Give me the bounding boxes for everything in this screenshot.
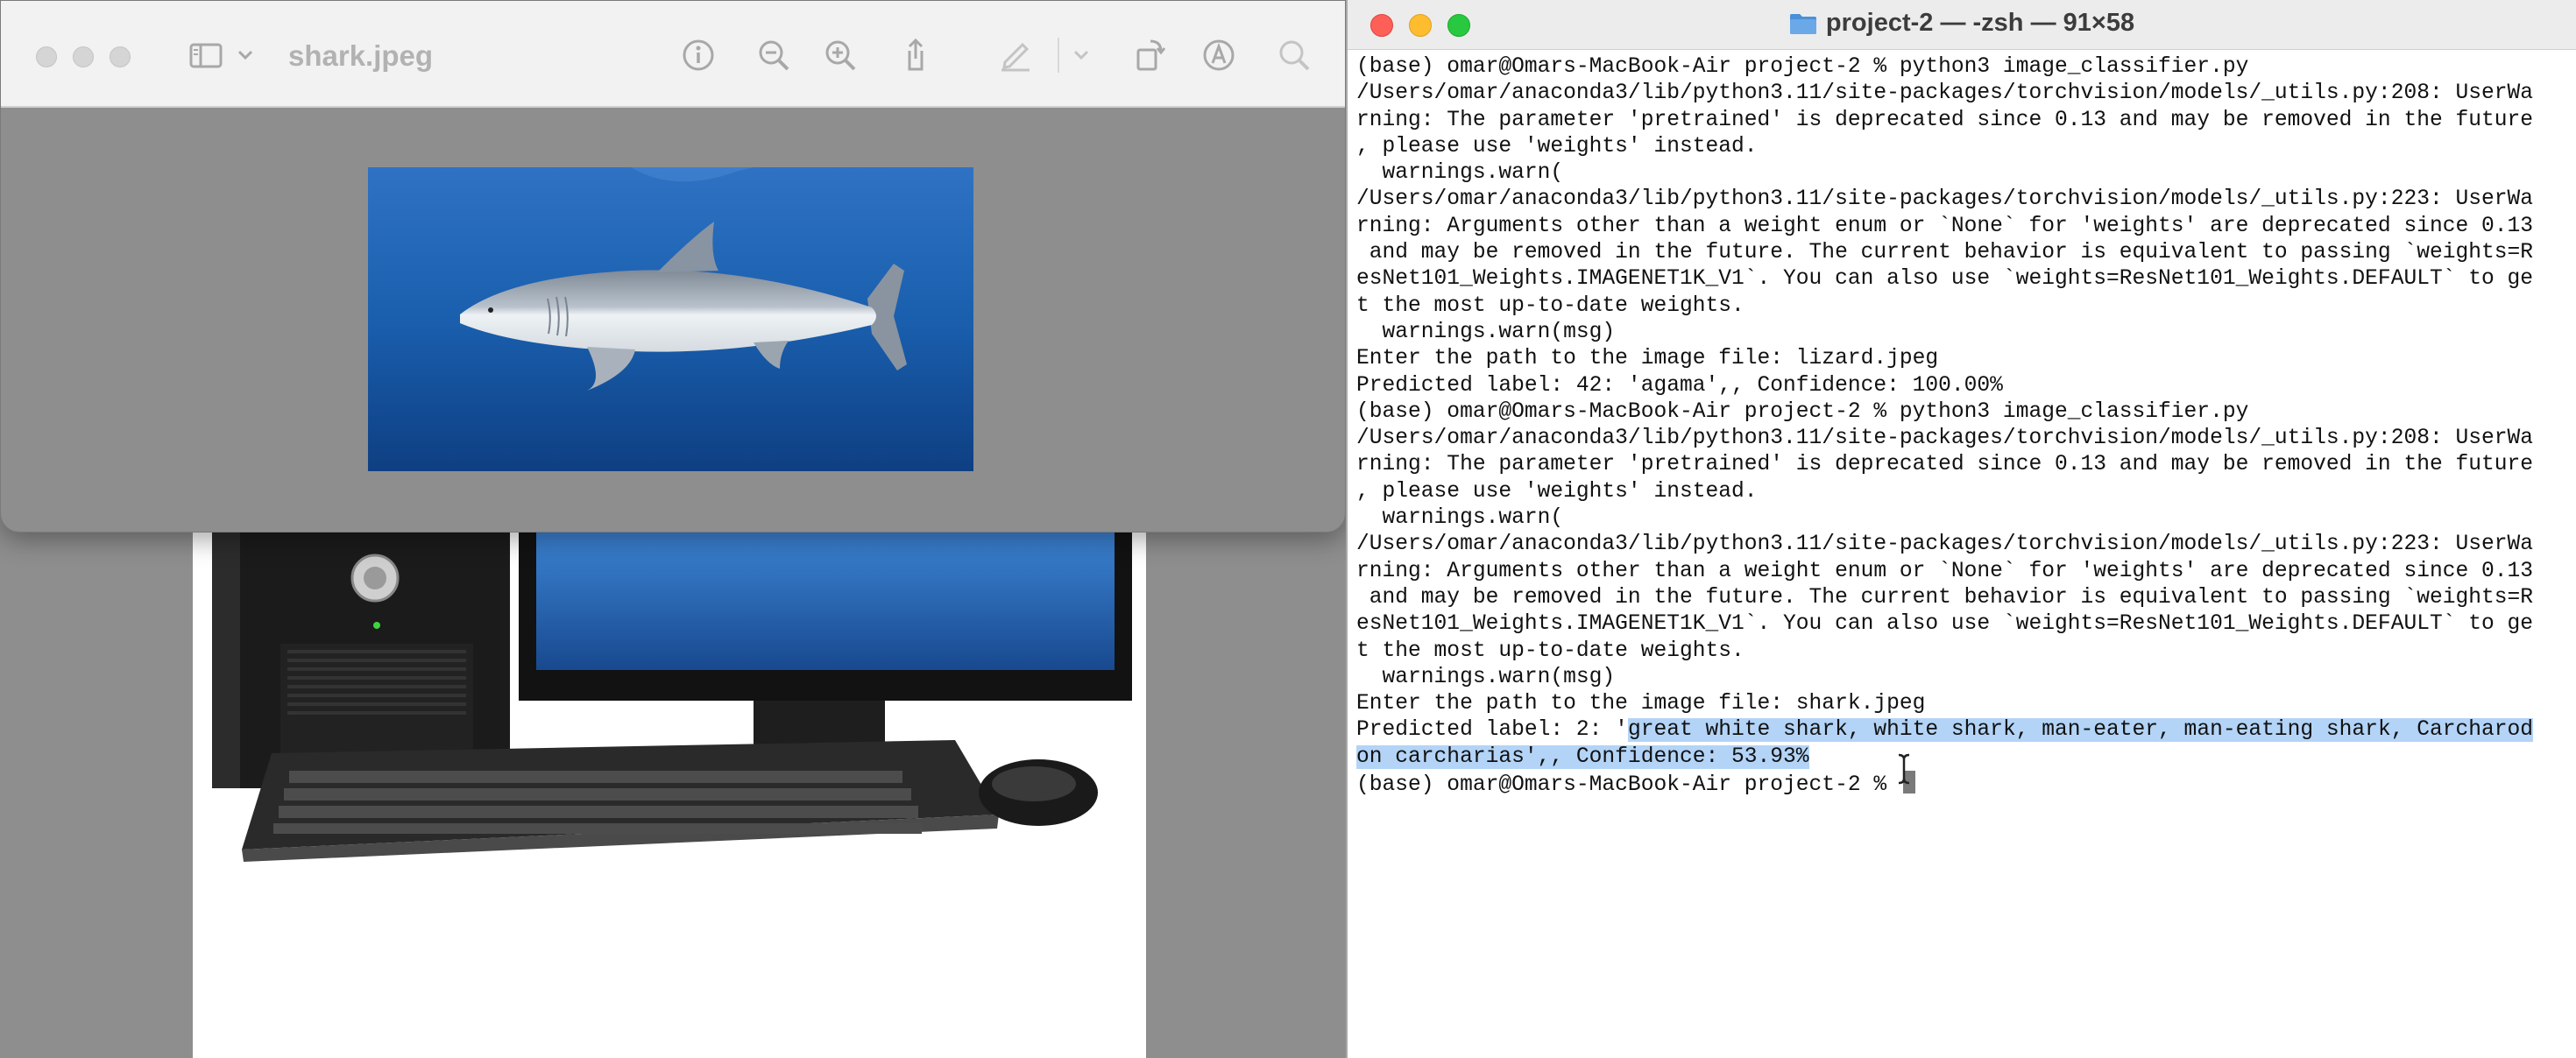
terminal-line: (base) omar@Omars-MacBook-Air project-2 … (1356, 399, 2249, 424)
terminal-line: /Users/omar/anaconda3/lib/python3.11/sit… (1356, 533, 2534, 557)
result-label-text: Predicted label: 2: ' (1356, 718, 1628, 743)
terminal-line: t the most up-to-date weights. (1356, 293, 1744, 318)
zoom-in-icon[interactable] (823, 38, 858, 73)
terminal-line: warnings.warn(msg) (1356, 665, 1616, 689)
terminal-line: (base) omar@Omars-MacBook-Air project-2 … (1356, 55, 2249, 79)
close-button[interactable] (36, 46, 57, 67)
terminal-line: rning: The parameter 'pretrained' is dep… (1356, 453, 2534, 477)
terminal-result-line: Predicted label: 2: 'great white shark, … (1356, 717, 2569, 744)
minimize-button[interactable] (73, 46, 94, 67)
terminal-prompt-line[interactable]: (base) omar@Omars-MacBook-Air project-2 … (1356, 771, 2569, 797)
terminal-line: warnings.warn( (1356, 506, 1564, 531)
terminal-title: project-2 — -zsh — 91×58 (1825, 9, 2135, 37)
terminal-window: project-2 — -zsh — 91×58 (base) omar@Oma… (1346, 0, 2576, 1058)
chevron-down-icon[interactable] (1072, 38, 1091, 73)
sidebar-icon[interactable] (188, 38, 223, 73)
info-icon[interactable] (681, 38, 716, 73)
terminal-line: esNet101_Weights.IMAGENET1K_V1`. You can… (1356, 612, 2534, 637)
terminal-result-line: on carcharias',, Confidence: 53.93% (1356, 744, 2569, 771)
shark-image (368, 167, 973, 471)
terminal-line: /Users/omar/anaconda3/lib/python3.11/sit… (1356, 81, 2534, 106)
terminal-line: /Users/omar/anaconda3/lib/python3.11/sit… (1356, 427, 2534, 451)
preview-window: shark.jpeg (0, 0, 1346, 533)
terminal-line: Predicted label: 42: 'agama',, Confidenc… (1356, 373, 2003, 398)
rotate-icon[interactable] (1133, 38, 1168, 73)
computer-image (193, 525, 1146, 1058)
toolbar-divider (1058, 38, 1059, 73)
terminal-line: warnings.warn(msg) (1356, 320, 1616, 344)
terminal-line: t the most up-to-date weights. (1356, 638, 1744, 663)
background-window-margin-right (1146, 525, 1346, 1058)
ibeam-cursor-icon (1895, 753, 1913, 785)
shell-prompt: (base) omar@Omars-MacBook-Air project-2 … (1356, 773, 1900, 798)
terminal-line: and may be removed in the future. The cu… (1356, 241, 2534, 265)
markup-icon[interactable] (1201, 38, 1236, 73)
terminal-line: , please use 'weights' instead. (1356, 479, 1758, 504)
folder-icon (1789, 12, 1817, 35)
terminal-line: rning: The parameter 'pretrained' is dep… (1356, 108, 2534, 132)
zoom-button[interactable] (110, 46, 131, 67)
terminal-line: , please use 'weights' instead. (1356, 134, 1758, 159)
document-title: shark.jpeg (288, 39, 434, 72)
terminal-line: esNet101_Weights.IMAGENET1K_V1`. You can… (1356, 267, 2534, 292)
zoom-out-icon[interactable] (756, 38, 791, 73)
preview-toolbar: shark.jpeg (1, 1, 1345, 108)
terminal-line: Enter the path to the image file: lizard… (1356, 347, 1939, 371)
markup-pen-icon[interactable] (998, 38, 1033, 73)
terminal-line: Enter the path to the image file: shark.… (1356, 692, 1926, 716)
terminal-line: rning: Arguments other than a weight enu… (1356, 559, 2534, 583)
terminal-titlebar: project-2 — -zsh — 91×58 (1348, 0, 2576, 50)
terminal-title-wrap: project-2 — -zsh — 91×58 (1348, 9, 2576, 38)
terminal-line: warnings.warn( (1356, 161, 1564, 186)
terminal-output[interactable]: (base) omar@Omars-MacBook-Air project-2 … (1356, 54, 2569, 797)
search-icon[interactable] (1277, 38, 1312, 73)
terminal-line: /Users/omar/anaconda3/lib/python3.11/sit… (1356, 187, 2534, 212)
chevron-down-icon[interactable] (236, 38, 255, 73)
share-icon[interactable] (898, 38, 933, 73)
terminal-line: and may be removed in the future. The cu… (1356, 585, 2534, 610)
terminal-line: rning: Arguments other than a weight enu… (1356, 214, 2534, 238)
selected-text[interactable]: great white shark, white shark, man-eate… (1627, 718, 2534, 743)
background-window-margin-left (0, 525, 193, 1058)
selected-text[interactable]: on carcharias',, Confidence: 53.93% (1356, 744, 1809, 769)
